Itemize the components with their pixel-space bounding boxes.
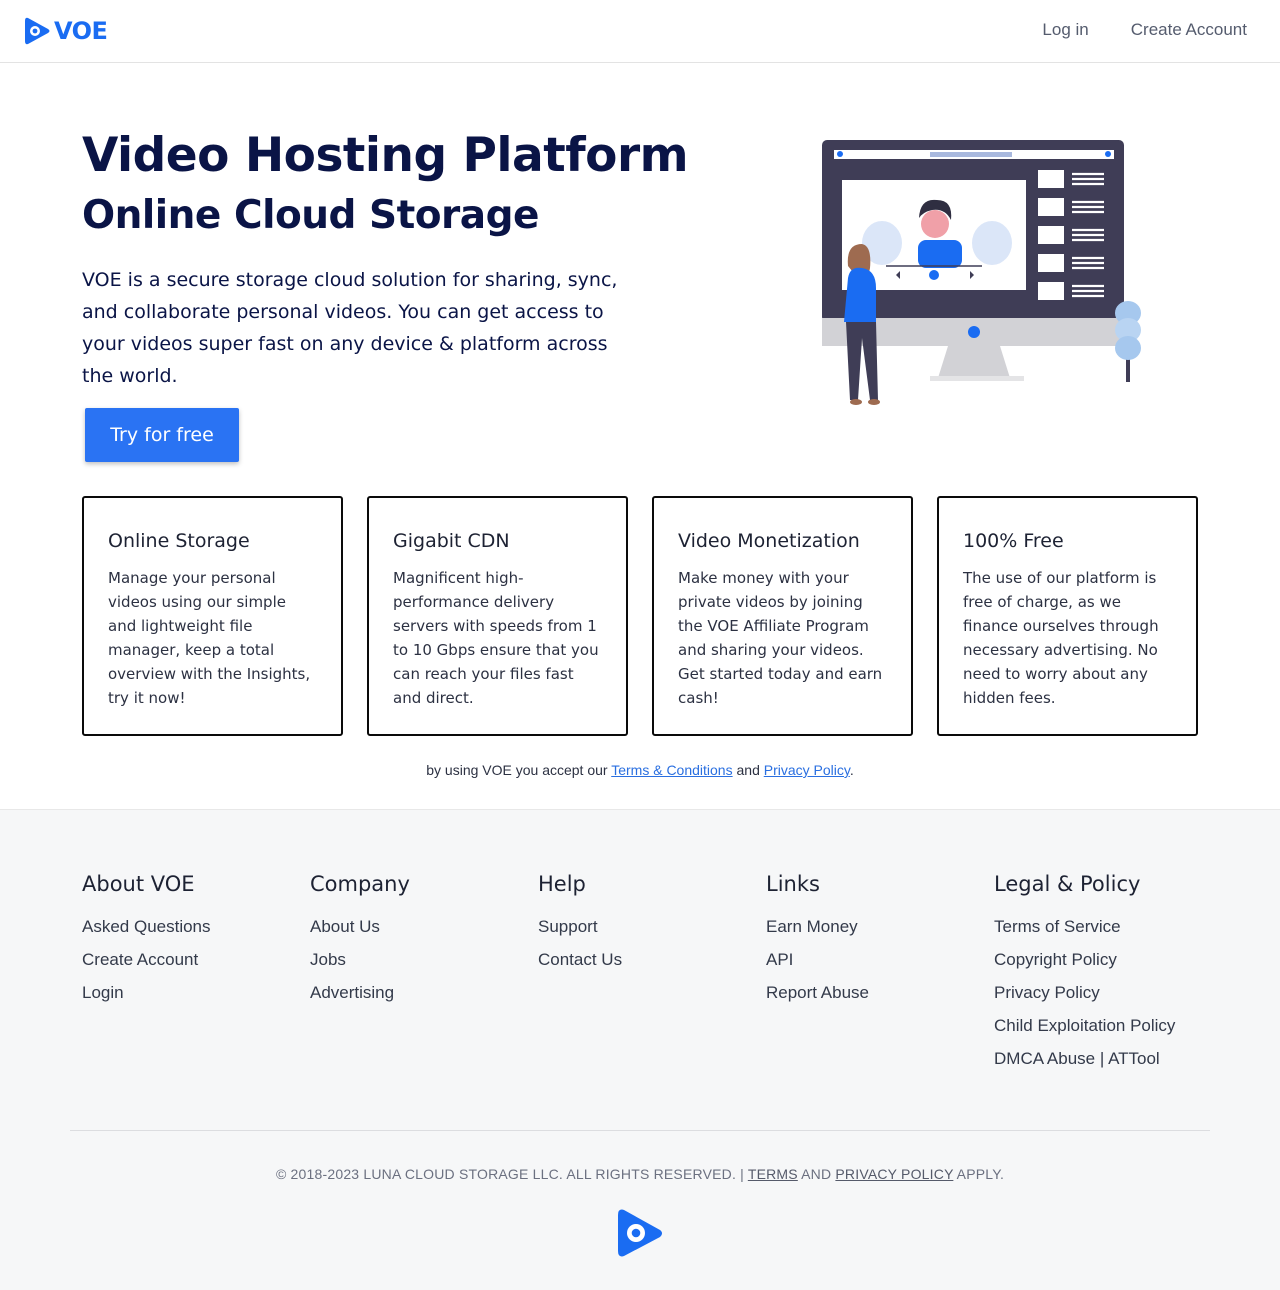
footer-link-login[interactable]: Login [82,976,211,1009]
feature-title: 100% Free [963,530,1064,552]
try-for-free-button[interactable]: Try for free [85,408,239,462]
hero-illustration [822,140,1141,405]
feature-card-online-storage: Online Storage Manage your personal vide… [82,496,343,736]
feature-title: Online Storage [108,530,250,552]
footer-column-company: Company About Us Jobs Advertising [310,872,410,1009]
feature-text: Magnificent high-performance delivery se… [393,569,599,707]
top-nav: Log in Create Account [1042,20,1247,40]
site-header: VOE Log in Create Account [0,0,1280,63]
hero-description: VOE is a secure storage cloud solution f… [82,269,618,387]
footer-link-earn-money[interactable]: Earn Money [766,910,869,943]
footer-link-asked-questions[interactable]: Asked Questions [82,910,211,943]
footer-link-dmca-abuse[interactable]: DMCA Abuse [994,1049,1095,1068]
voe-logo-icon [25,17,50,45]
feature-text: Manage your personal videos using our si… [108,569,311,707]
logo-link[interactable]: VOE [24,16,108,46]
footer-column-help: Help Support Contact Us [538,872,622,976]
footer-terms-link[interactable]: TERMS [748,1166,798,1182]
terms-conditions-link[interactable]: Terms & Conditions [611,762,732,778]
footer-column-title: Help [538,872,586,896]
footer-link-jobs[interactable]: Jobs [310,943,410,976]
login-link[interactable]: Log in [1042,20,1088,40]
privacy-policy-link[interactable]: Privacy Policy [764,762,850,778]
copyright-line: © 2018-2023 LUNA CLOUD STORAGE LLC. ALL … [0,1166,1280,1182]
footer-link-terms-of-service[interactable]: Terms of Service [994,910,1175,943]
feature-title: Video Monetization [678,530,860,552]
terms-acceptance-note: by using VOE you accept our Terms & Cond… [0,762,1280,778]
footer-divider [70,1130,1210,1131]
footer-column-links: Links Earn Money API Report Abuse [766,872,869,1009]
footer-column-title: Company [310,872,410,896]
copyright-text: © 2018-2023 LUNA CLOUD STORAGE LLC. ALL … [275,1166,748,1182]
footer-link-about-us[interactable]: About Us [310,910,410,943]
footer-link-child-exploitation-policy[interactable]: Child Exploitation Policy [994,1009,1175,1042]
feature-title: Gigabit CDN [393,530,510,552]
footer-link-support[interactable]: Support [538,910,622,943]
footer-dmca-row: DMCA Abuse | ATTool [994,1042,1175,1075]
feature-text: The use of our platform is free of charg… [963,569,1159,707]
feature-card-gigabit-cdn: Gigabit CDN Magnificent high-performance… [367,496,628,736]
footer-column-title: Links [766,872,820,896]
feature-card-video-monetization: Video Monetization Make money with your … [652,496,913,736]
footer-link-advertising[interactable]: Advertising [310,976,410,1009]
footer-voe-logo-icon[interactable] [616,1207,664,1259]
feature-text: Make money with your private videos by j… [678,569,883,707]
create-account-link[interactable]: Create Account [1131,20,1247,40]
footer-link-api[interactable]: API [766,943,869,976]
footer-column-legal: Legal & Policy Terms of Service Copyrigh… [994,872,1175,1075]
footer-link-attool[interactable]: ATTool [1108,1049,1160,1068]
acceptance-middle: and [732,762,764,778]
footer-link-create-account[interactable]: Create Account [82,943,211,976]
copyright-and: AND [797,1166,836,1182]
feature-card-free: 100% Free The use of our platform is fre… [937,496,1198,736]
footer-separator: | [1099,1049,1105,1068]
footer-link-report-abuse[interactable]: Report Abuse [766,976,869,1009]
copyright-apply: APPLY. [953,1166,1005,1182]
footer-column-about: About VOE Asked Questions Create Account… [82,872,211,1009]
footer-link-copyright-policy[interactable]: Copyright Policy [994,943,1175,976]
footer-privacy-link[interactable]: PRIVACY POLICY [835,1166,953,1182]
acceptance-prefix: by using VOE you accept our [426,762,612,778]
footer-column-title: About VOE [82,872,195,896]
site-footer: About VOE Asked Questions Create Account… [0,809,1280,1290]
footer-link-privacy-policy[interactable]: Privacy Policy [994,976,1175,1009]
logo-text: VOE [54,17,108,45]
footer-link-contact-us[interactable]: Contact Us [538,943,622,976]
hero-title: Video Hosting Platform [82,128,689,183]
acceptance-suffix: . [849,762,854,778]
footer-column-title: Legal & Policy [994,872,1141,896]
hero-subtitle: Online Cloud Storage [82,193,539,238]
